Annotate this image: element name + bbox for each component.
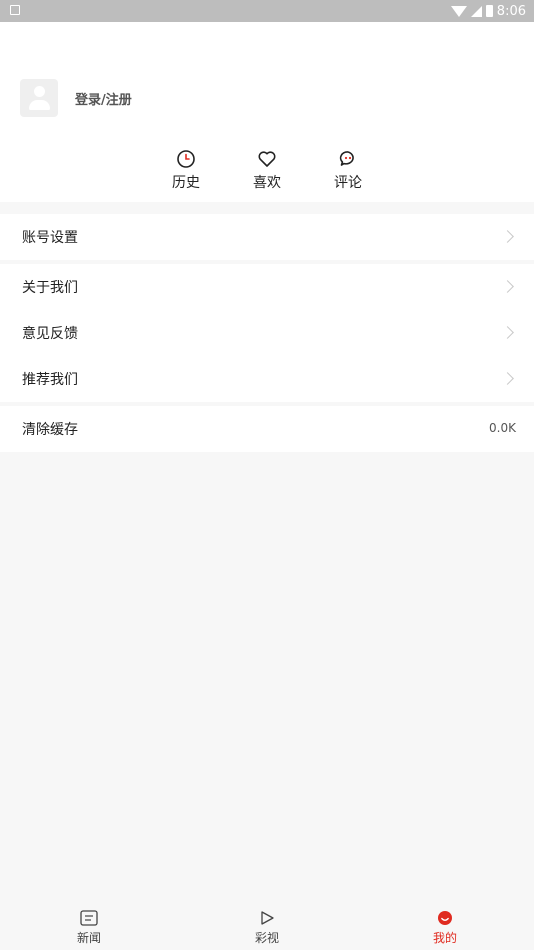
about-us-label: 关于我们 (22, 280, 78, 296)
likes-label: 喜欢 (253, 175, 281, 191)
bottom-tab-bar: 新闻 彩视 我的 (0, 905, 534, 950)
account-settings-label: 账号设置 (22, 230, 78, 246)
clock-icon (177, 150, 195, 168)
quick-actions: 历史 喜欢 评论 (0, 148, 534, 198)
about-us-item[interactable]: 关于我们 (0, 264, 534, 310)
feedback-item[interactable]: 意见反馈 (0, 310, 534, 356)
status-icons: 8:06 (450, 2, 526, 20)
recommend-us-label: 推荐我们 (22, 372, 78, 388)
recommend-us-item[interactable]: 推荐我们 (0, 356, 534, 402)
tab-mine[interactable]: 我的 (415, 909, 475, 946)
cache-size-value: 0.0K (489, 421, 516, 435)
play-icon (261, 911, 274, 925)
likes-button[interactable]: 喜欢 (237, 148, 297, 192)
menu-group-about: 关于我们 意见反馈 推荐我们 (0, 264, 534, 402)
feedback-label: 意见反馈 (22, 326, 78, 342)
history-button[interactable]: 历史 (156, 148, 216, 192)
avatar[interactable] (20, 79, 58, 117)
battery-icon (485, 5, 493, 17)
notification-icon (10, 5, 20, 15)
clear-cache-item[interactable]: 清除缓存 0.0K (0, 406, 534, 452)
chevron-right-icon (501, 280, 514, 293)
news-icon (80, 910, 98, 926)
profile-header: 登录/注册 历史 喜欢 评论 (0, 22, 534, 202)
profile-smile-icon (438, 911, 452, 925)
comments-label: 评论 (334, 175, 362, 191)
tab-news[interactable]: 新闻 (59, 909, 119, 946)
history-label: 历史 (172, 175, 200, 191)
chevron-right-icon (501, 326, 514, 339)
menu-group-cache: 清除缓存 0.0K (0, 406, 534, 452)
wifi-icon (450, 5, 467, 17)
tab-news-label: 新闻 (76, 931, 101, 945)
tab-video[interactable]: 彩视 (237, 909, 297, 946)
status-time: 8:06 (496, 3, 526, 19)
login-register-link[interactable]: 登录/注册 (75, 89, 132, 108)
comment-icon (339, 151, 354, 166)
menu-group-account: 账号设置 (0, 214, 534, 260)
account-settings-item[interactable]: 账号设置 (0, 214, 534, 260)
tab-mine-label: 我的 (432, 931, 457, 945)
chevron-right-icon (501, 230, 514, 243)
chevron-right-icon (501, 372, 514, 385)
comments-button[interactable]: 评论 (318, 148, 378, 192)
tab-video-label: 彩视 (254, 931, 279, 945)
clear-cache-label: 清除缓存 (22, 422, 78, 438)
signal-icon (470, 5, 482, 17)
heart-icon (258, 151, 276, 167)
status-bar: 8:06 (0, 0, 534, 22)
